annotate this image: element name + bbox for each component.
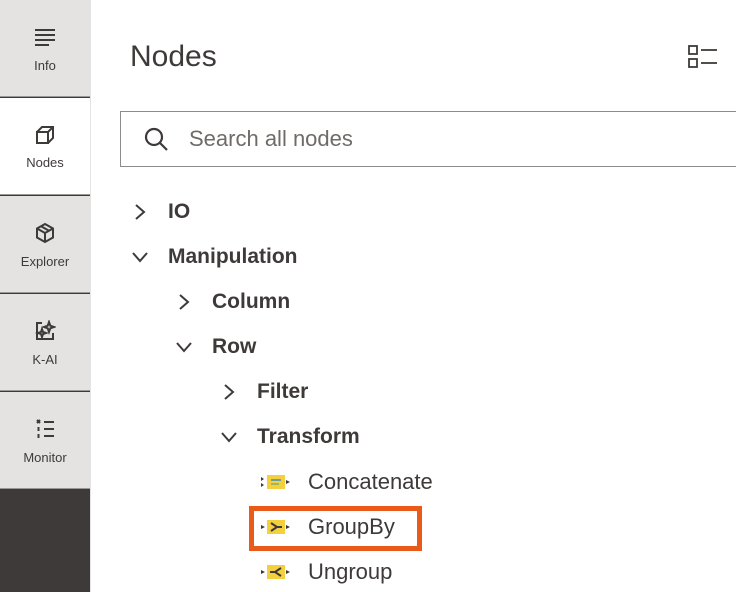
tree-item-transform[interactable]: Transform bbox=[219, 420, 360, 454]
tree-item-label: Column bbox=[212, 290, 291, 313]
info-lines-icon bbox=[33, 26, 57, 48]
tree-item-label: Transform bbox=[257, 425, 360, 448]
groupby-node-icon bbox=[260, 518, 292, 536]
page-title: Nodes bbox=[130, 40, 217, 73]
concatenate-node-icon bbox=[260, 473, 292, 491]
tree-item-manipulation[interactable]: Manipulation bbox=[130, 240, 298, 274]
node-item-label: Concatenate bbox=[308, 469, 433, 494]
list-view-toggle-button[interactable] bbox=[687, 44, 719, 70]
search-icon bbox=[143, 126, 169, 152]
rail-item-explorer[interactable]: Explorer bbox=[0, 196, 90, 293]
tree-item-filter[interactable]: Filter bbox=[219, 375, 308, 409]
chevron-down-icon bbox=[219, 427, 239, 447]
chevron-right-icon bbox=[174, 292, 194, 312]
tree-item-row[interactable]: Row bbox=[174, 330, 256, 364]
rail-item-label: Monitor bbox=[23, 450, 67, 465]
rail-item-k-ai[interactable]: K-AI bbox=[0, 294, 90, 391]
chevron-down-icon bbox=[130, 247, 150, 267]
node-item-label: Ungroup bbox=[308, 559, 393, 584]
node-item-groupby[interactable]: GroupBy bbox=[260, 510, 395, 544]
chevron-right-icon bbox=[130, 202, 150, 222]
list-view-icon bbox=[687, 45, 719, 74]
tree-item-label: Manipulation bbox=[168, 245, 298, 268]
chevron-down-icon bbox=[174, 337, 194, 357]
rail-item-label: Info bbox=[34, 58, 56, 73]
left-sidebar-rail: Info Nodes Explorer K-AI Monitor bbox=[0, 0, 90, 592]
nodes-panel: Nodes IO Manipulation Column Row bbox=[91, 0, 736, 592]
search-input[interactable] bbox=[189, 126, 689, 152]
tree-item-io[interactable]: IO bbox=[130, 195, 190, 229]
nodes-cube-icon bbox=[34, 124, 56, 146]
rail-item-monitor[interactable]: Monitor bbox=[0, 392, 90, 489]
tree-item-label: IO bbox=[168, 200, 191, 223]
rail-item-info[interactable]: Info bbox=[0, 0, 90, 97]
rail-item-label: Nodes bbox=[26, 155, 64, 170]
tree-item-label: Filter bbox=[257, 380, 309, 403]
node-item-concatenate[interactable]: Concatenate bbox=[260, 465, 433, 499]
rail-item-nodes[interactable]: Nodes bbox=[0, 98, 90, 195]
k-ai-sparkle-icon bbox=[34, 320, 56, 342]
rail-item-label: K-AI bbox=[32, 352, 58, 367]
rail-item-label: Explorer bbox=[20, 254, 70, 269]
explorer-box-icon bbox=[34, 222, 56, 244]
search-box bbox=[120, 111, 736, 167]
chevron-right-icon bbox=[219, 382, 239, 402]
tree-item-label: Row bbox=[212, 335, 257, 358]
ungroup-node-icon bbox=[260, 563, 292, 581]
monitor-list-icon bbox=[34, 418, 56, 440]
node-item-label: GroupBy bbox=[308, 514, 395, 539]
node-item-ungroup[interactable]: Ungroup bbox=[260, 555, 392, 589]
tree-item-column[interactable]: Column bbox=[174, 285, 290, 319]
